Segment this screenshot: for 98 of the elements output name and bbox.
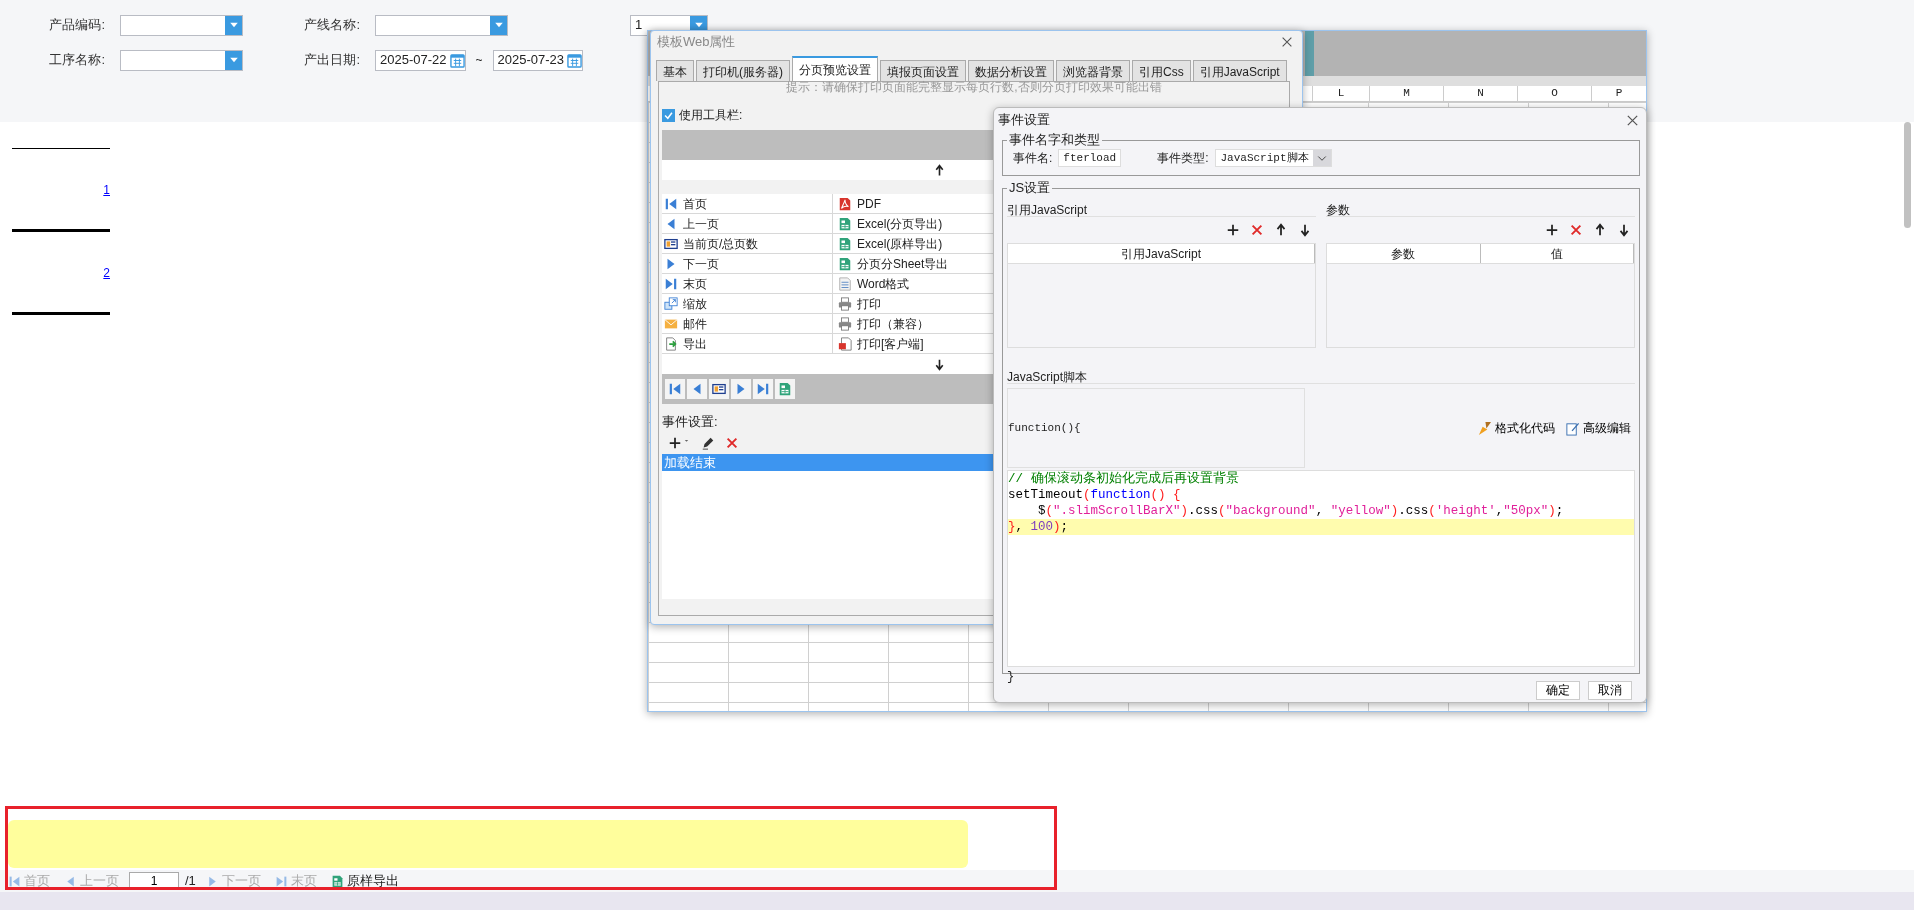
tab[interactable]: 填报页面设置 [880, 60, 966, 81]
column-header: 引用JavaScript [1008, 244, 1315, 263]
dialog-title: 事件设置 [998, 111, 1050, 130]
spreadsheet-icon[interactable] [778, 382, 792, 396]
delete-icon[interactable] [725, 435, 739, 450]
up-arrow-icon[interactable] [1274, 223, 1288, 237]
toolbar-option[interactable]: 缩放 [662, 294, 832, 314]
select-field[interactable] [120, 49, 243, 71]
tab[interactable]: 打印机(服务器) [696, 60, 790, 81]
calendar-icon[interactable] [449, 52, 465, 68]
down-arrow-icon[interactable] [1617, 223, 1631, 237]
dialog-title: 模板Web属性 [657, 33, 736, 52]
scrollbar-thumb[interactable] [1904, 122, 1911, 228]
add-icon[interactable] [1545, 223, 1559, 237]
code-line: // 确保滚动条初始化完成后再设置背景 [1008, 471, 1240, 487]
page-total: /1 [185, 872, 196, 891]
field-label: 产出日期: [303, 51, 360, 70]
code-text: } [1007, 670, 1015, 684]
section-title: 参数 [1326, 203, 1350, 217]
code-text: function(){ [1008, 420, 1081, 436]
column-header: M [1369, 86, 1443, 101]
dialog-button[interactable]: 取消 [1588, 681, 1632, 700]
toolbar-option[interactable]: 上一页 [662, 214, 832, 234]
range-separator: ~ [474, 52, 484, 69]
hint-text: 提示：请确保打印页面能完整显示每页行数,否则分页打印效果可能出错 [785, 82, 1163, 94]
brush-icon [1477, 420, 1492, 436]
toolbar-option[interactable]: 邮件 [662, 314, 832, 334]
document-icon [838, 276, 852, 291]
type-select[interactable]: JavaScript脚本 [1214, 149, 1332, 167]
spreadsheet-icon [838, 256, 852, 271]
name-field[interactable]: fterload [1058, 149, 1122, 167]
printer-icon [838, 296, 852, 311]
close-icon[interactable] [1280, 35, 1294, 49]
toolbar-button[interactable]: 高级编辑 [1565, 419, 1631, 437]
code-line: $(".slimScrollBarX").css("background", "yellow").css('height',"50px"); [1037, 503, 1565, 519]
code-line: setTimeout(function() { [1008, 487, 1182, 503]
code-editor[interactable]: // 确保滚动条初始化完成后再设置背景 setTimeout(function() { $(".slimScrollBarX").css("background", "yellow").css('height',"50px"); }, 100); [1007, 470, 1635, 667]
client-print-icon [838, 336, 852, 351]
column-header: 值 [1480, 244, 1634, 263]
section-title: 引用JavaScript [1007, 203, 1088, 217]
page-link[interactable]: 2 [12, 264, 110, 282]
section-title: JavaScript脚本 [1007, 370, 1088, 384]
delete-icon[interactable] [1569, 223, 1583, 237]
toolbar-button[interactable]: 格式化代码 [1477, 419, 1555, 437]
up-arrow-icon[interactable] [1593, 223, 1607, 237]
add-icon[interactable] [1226, 223, 1240, 237]
select-field[interactable] [375, 14, 508, 36]
page-count-icon[interactable] [712, 382, 726, 396]
pencil-icon[interactable] [701, 435, 715, 450]
section-label: 事件设置: [662, 413, 718, 431]
spreadsheet-icon [330, 874, 344, 888]
last-page-icon [274, 874, 288, 888]
down-arrow-icon[interactable] [1298, 223, 1312, 237]
toolbar-option[interactable]: 当前页/总页数 [662, 234, 832, 254]
previous-page-icon [64, 874, 77, 888]
date-field[interactable]: 2025-07-22 [375, 49, 466, 71]
field-label: 产线名称: [303, 16, 360, 35]
select-field[interactable] [120, 14, 243, 36]
delete-icon[interactable] [1250, 223, 1264, 237]
tab[interactable]: 浏览器背景 [1056, 60, 1130, 81]
dialog-button[interactable]: 确定 [1536, 681, 1580, 700]
group-title: 事件名字和类型 [1007, 132, 1102, 148]
column-header: O [1517, 86, 1591, 101]
tab[interactable]: 引用Css [1132, 60, 1191, 81]
spreadsheet-icon [838, 236, 852, 251]
first-page-icon[interactable] [668, 382, 682, 396]
add-icon[interactable] [668, 435, 682, 450]
field-label: 事件名: [1013, 150, 1053, 167]
tab[interactable]: 分页预览设置 [792, 56, 878, 81]
toolbar-option[interactable]: 末页 [662, 274, 832, 294]
spreadsheet-icon [838, 216, 852, 231]
tab[interactable]: 基本 [656, 60, 694, 81]
tab[interactable]: 引用JavaScript [1192, 60, 1287, 81]
tab[interactable]: 数据分析设置 [968, 60, 1054, 81]
last-page-icon[interactable] [756, 382, 770, 396]
page-link[interactable]: 1 [12, 181, 110, 199]
edit-document-icon [1565, 420, 1580, 436]
group-title: JS设置 [1007, 180, 1053, 196]
first-page-icon [664, 196, 678, 211]
field-label: 工序名称: [48, 51, 105, 70]
checkbox[interactable] [662, 108, 675, 122]
up-arrow-icon[interactable] [933, 163, 946, 177]
calendar-icon[interactable] [567, 52, 582, 68]
field-label: 事件类型: [1157, 150, 1209, 167]
toolbar-option[interactable]: 下一页 [662, 254, 832, 274]
checkbox-label: 使用工具栏: [679, 107, 743, 124]
column-header: P [1591, 86, 1646, 101]
toolbar-button[interactable]: 原样导出 [326, 871, 403, 891]
field-label: 产品编码: [48, 16, 105, 35]
last-page-icon [664, 276, 678, 291]
down-arrow-icon[interactable] [933, 357, 946, 371]
printer-icon [838, 316, 852, 331]
column-header: 参数 [1327, 244, 1481, 263]
date-field[interactable]: 2025-07-23 [492, 49, 583, 71]
first-page-icon [8, 874, 21, 888]
toolbar-option[interactable]: 首页 [662, 194, 832, 214]
column-header: L [1312, 86, 1369, 101]
column-header: N [1443, 86, 1517, 101]
